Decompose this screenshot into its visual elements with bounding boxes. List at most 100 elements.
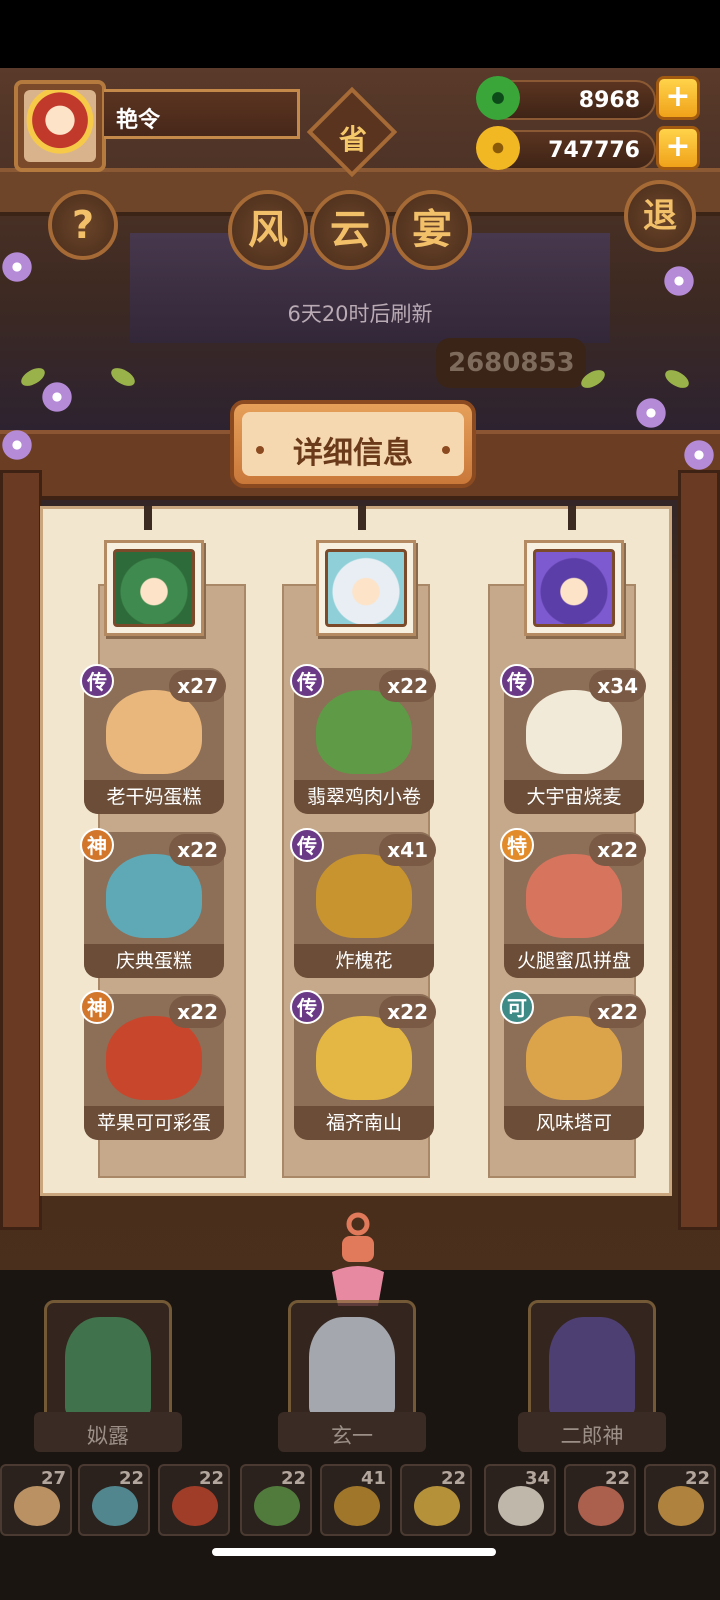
chef-portrait-2[interactable]: [316, 540, 416, 636]
strip-count: 22: [118, 1468, 144, 1489]
dish-card[interactable]: 神 x22 庆典蛋糕: [80, 828, 228, 980]
exit-button[interactable]: 退: [624, 180, 696, 252]
strip-count: 34: [524, 1468, 550, 1489]
flower-icon: [634, 396, 668, 430]
jade-value: 8968: [578, 88, 640, 113]
exit-label: 退: [643, 196, 677, 236]
strip-count: 41: [360, 1468, 386, 1489]
left-post: [0, 470, 42, 1230]
dish-name: 火腿蜜瓜拼盘: [504, 944, 644, 978]
refresh-timer: 6天20时后刷新: [287, 302, 433, 326]
chef-green-portrait: [113, 549, 195, 627]
strip-dish-image: [498, 1486, 544, 1526]
strip-dish[interactable]: 22: [240, 1464, 312, 1536]
dish-card[interactable]: 传 x22 福齐南山: [290, 990, 438, 1142]
flower-icon: [40, 380, 74, 414]
strip-dish-image: [92, 1486, 138, 1526]
player-avatar-art: [24, 90, 96, 162]
strip-dish-image: [658, 1486, 704, 1526]
strip-dish[interactable]: 22: [644, 1464, 716, 1536]
coin-value: 747776: [548, 138, 640, 163]
dish-name: 风味塔可: [504, 1106, 644, 1140]
player-name-box: 艳令: [104, 89, 300, 139]
knot-icon: [332, 1212, 384, 1306]
chef-white-portrait: [325, 549, 407, 627]
strip-count: 22: [198, 1468, 224, 1489]
dish-count: x41: [379, 834, 436, 866]
dish-card[interactable]: 传 x41 炸槐花: [290, 828, 438, 980]
rarity-badge: 神: [80, 990, 114, 1024]
dish-image: [106, 854, 202, 938]
dish-name: 福齐南山: [294, 1106, 434, 1140]
strip-dish-image: [414, 1486, 460, 1526]
rarity-badge: 特: [500, 828, 534, 862]
rarity-badge: 传: [290, 828, 324, 862]
flower-icon: [0, 250, 34, 284]
rarity-badge: 传: [290, 990, 324, 1024]
flower-icon: [682, 438, 716, 472]
dish-name: 大宇宙烧麦: [504, 780, 644, 814]
strip-dish[interactable]: 22: [78, 1464, 150, 1536]
strip-dish[interactable]: 27: [0, 1464, 72, 1536]
title-char-feng: 风: [228, 190, 308, 270]
dish-image: [316, 690, 412, 774]
strip-dish[interactable]: 22: [400, 1464, 472, 1536]
strip-dish-image: [334, 1486, 380, 1526]
dish-image: [316, 854, 412, 938]
add-coin-button[interactable]: +: [656, 126, 700, 170]
help-label: ?: [71, 203, 95, 247]
character-name: 玄一: [331, 1424, 373, 1448]
dish-card[interactable]: 传 x34 大宇宙烧麦: [500, 664, 648, 816]
right-post: [678, 470, 720, 1230]
add-jade-button[interactable]: +: [656, 76, 700, 120]
character-name-box: 玄一: [278, 1412, 426, 1452]
header-dot: [442, 446, 450, 454]
dish-card[interactable]: 传 x27 老干妈蛋糕: [80, 664, 228, 816]
dish-image: [526, 854, 622, 938]
strip-dish-image: [14, 1486, 60, 1526]
dish-image: [526, 1016, 622, 1100]
help-button[interactable]: ?: [48, 190, 118, 260]
chef-portrait-1[interactable]: [104, 540, 204, 636]
title-char-1: 风: [248, 207, 288, 253]
dish-name: 老干妈蛋糕: [84, 780, 224, 814]
strip-count: 22: [280, 1468, 306, 1489]
dish-name: 苹果可可彩蛋: [84, 1106, 224, 1140]
strip-dish[interactable]: 22: [158, 1464, 230, 1536]
strip-count: 22: [684, 1468, 710, 1489]
knot-toggle[interactable]: [318, 1210, 398, 1310]
title-char-2: 云: [330, 207, 370, 253]
player-avatar[interactable]: [14, 80, 106, 172]
dish-count: x22: [379, 996, 436, 1028]
title-char-3: 宴: [412, 207, 452, 253]
dish-name: 翡翠鸡肉小卷: [294, 780, 434, 814]
dish-image: [106, 690, 202, 774]
dish-card[interactable]: 可 x22 风味塔可: [500, 990, 648, 1142]
flower-icon: [662, 264, 696, 298]
title-char-yun: 云: [310, 190, 390, 270]
detail-header: 详细信息: [230, 400, 476, 488]
player-name: 艳令: [116, 108, 161, 133]
character-portrait: [309, 1317, 395, 1417]
character-name-box: 二郎神: [518, 1412, 666, 1452]
title-char-yan: 宴: [392, 190, 472, 270]
dish-image: [526, 690, 622, 774]
dish-count: x22: [169, 996, 226, 1028]
rarity-badge: 神: [80, 828, 114, 862]
strip-dish[interactable]: 41: [320, 1464, 392, 1536]
dish-card[interactable]: 传 x22 翡翠鸡肉小卷: [290, 664, 438, 816]
strip-dish[interactable]: 34: [484, 1464, 556, 1536]
dish-card[interactable]: 神 x22 苹果可可彩蛋: [80, 990, 228, 1142]
strip-dish-image: [578, 1486, 624, 1526]
strip-count: 27: [40, 1468, 66, 1489]
strip-dish-image: [254, 1486, 300, 1526]
character-portrait: [549, 1317, 635, 1417]
strip-dish-image: [172, 1486, 218, 1526]
strip-dish[interactable]: 22: [564, 1464, 636, 1536]
chef-portrait-3[interactable]: [524, 540, 624, 636]
dish-card[interactable]: 特 x22 火腿蜜瓜拼盘: [500, 828, 648, 980]
score-value: 2680853: [448, 348, 575, 378]
dish-count: x22: [169, 834, 226, 866]
character-name: 二郎神: [560, 1424, 624, 1448]
home-indicator[interactable]: [212, 1548, 496, 1556]
